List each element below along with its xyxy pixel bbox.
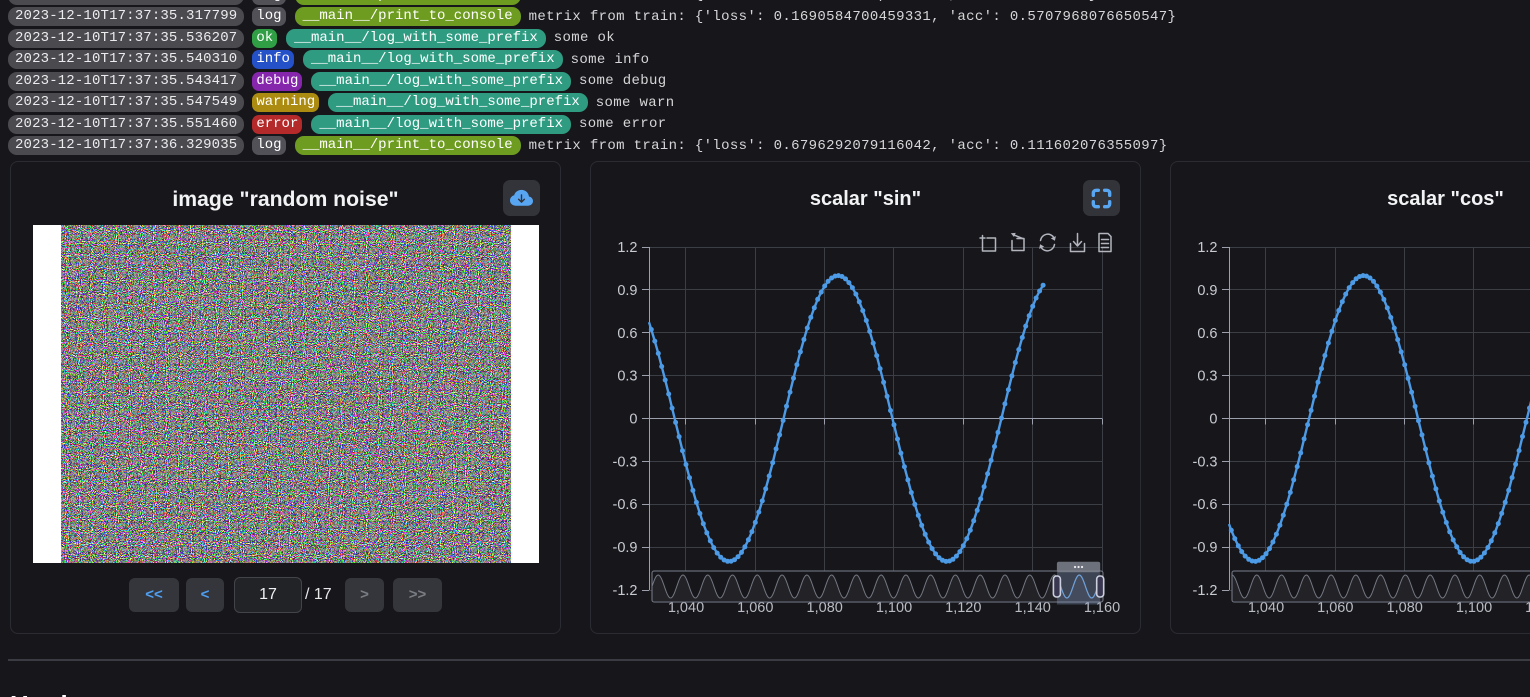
svg-text:0.6: 0.6 — [617, 326, 637, 342]
svg-text:0.3: 0.3 — [1197, 369, 1217, 385]
svg-text:-1.2: -1.2 — [613, 583, 638, 599]
svg-text:0.3: 0.3 — [617, 369, 637, 385]
svg-text:-0.6: -0.6 — [613, 497, 638, 513]
svg-text:0.9: 0.9 — [1197, 283, 1217, 299]
svg-text:0: 0 — [1209, 412, 1217, 428]
svg-text:-0.3: -0.3 — [1193, 454, 1218, 470]
svg-text:-0.9: -0.9 — [613, 540, 638, 556]
svg-text:-0.6: -0.6 — [1193, 497, 1218, 513]
svg-text:0: 0 — [629, 412, 637, 428]
svg-text:0.6: 0.6 — [1197, 326, 1217, 342]
svg-text:-0.9: -0.9 — [1193, 540, 1218, 556]
svg-text:1.2: 1.2 — [1197, 240, 1217, 256]
svg-text:-1.2: -1.2 — [1193, 583, 1218, 599]
svg-text:1.2: 1.2 — [617, 240, 637, 256]
svg-text:-0.3: -0.3 — [613, 454, 638, 470]
svg-text:0.9: 0.9 — [617, 283, 637, 299]
